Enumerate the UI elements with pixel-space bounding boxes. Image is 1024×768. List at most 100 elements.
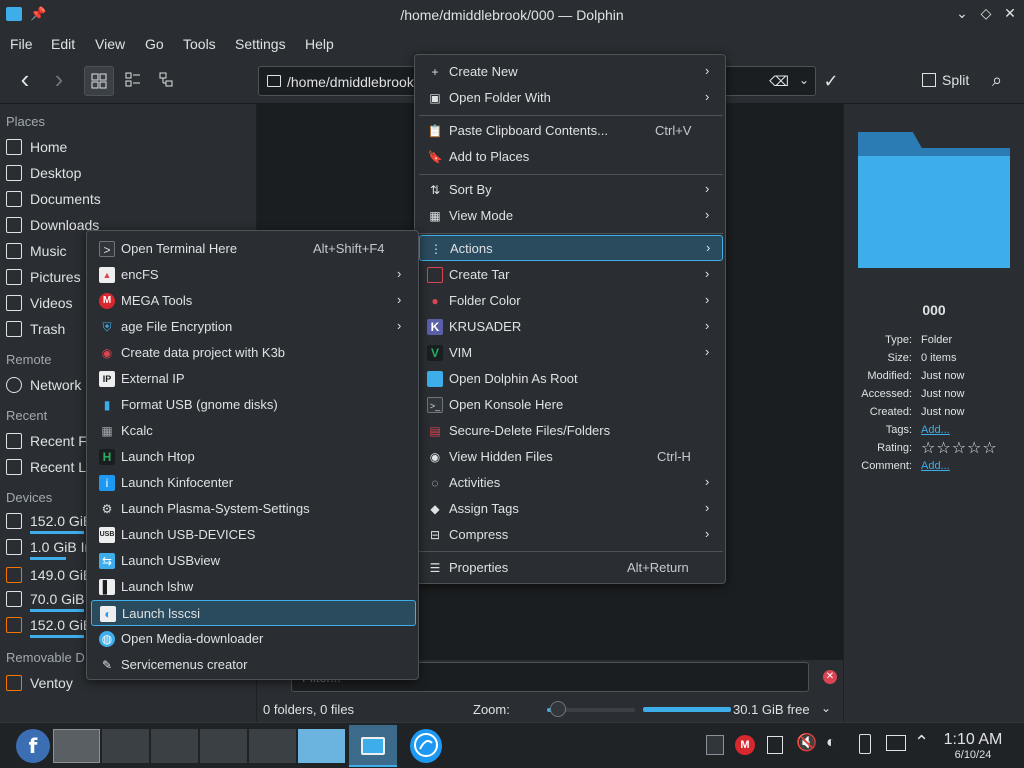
add-comment-link[interactable]: Add... xyxy=(921,460,950,472)
pager-desktop-3[interactable] xyxy=(151,729,198,763)
menu-item-launch-lshw[interactable]: ▌ Launch lshw xyxy=(91,574,416,600)
menu-item-actions[interactable]: ⋮ Actions › xyxy=(419,235,723,261)
location-text[interactable]: /home/dmiddlebrook xyxy=(287,74,414,90)
menu-item-open-konsole-here[interactable]: >_ Open Konsole Here xyxy=(419,392,723,418)
sidebar-item-device[interactable]: 1.0 GiB In xyxy=(6,535,92,559)
menu-settings[interactable]: Settings xyxy=(235,36,286,52)
removable-heading: Removable D xyxy=(6,650,85,665)
free-space-dropdown-icon[interactable]: ⌄ xyxy=(821,701,831,715)
menu-item-sort-by[interactable]: ⇅ Sort By › xyxy=(419,177,723,203)
menu-edit[interactable]: Edit xyxy=(51,36,75,52)
mega-tray-icon[interactable]: M xyxy=(735,735,755,755)
clipboard-tray-icon[interactable] xyxy=(767,736,783,754)
menu-item-assign-tags[interactable]: ◆ Assign Tags › xyxy=(419,496,723,522)
menu-item-launch-lsscsi[interactable]: ◐ Launch lsscsi xyxy=(91,600,416,626)
search-icon[interactable]: ⌕ xyxy=(992,70,1002,91)
menu-item-folder-color[interactable]: ● Folder Color › xyxy=(419,288,723,314)
sidebar-item-device[interactable]: 152.0 GiB xyxy=(6,509,92,533)
display-tray-icon[interactable] xyxy=(886,735,906,751)
usb-tray-icon[interactable] xyxy=(859,734,871,754)
menu-tools[interactable]: Tools xyxy=(183,36,216,52)
sidebar-item-trash[interactable]: Trash xyxy=(6,317,65,341)
menu-item-k3b-data-project[interactable]: ◉ Create data project with K3b xyxy=(91,340,416,366)
sidebar-item-recent-locations[interactable]: Recent Lo xyxy=(6,455,94,479)
split-button[interactable]: Split xyxy=(922,72,969,88)
zoom-slider-handle[interactable] xyxy=(550,701,566,717)
pager-desktop-2[interactable] xyxy=(102,729,149,763)
sidebar-item-videos[interactable]: Videos xyxy=(6,291,73,315)
menu-item-open-dolphin-as-root[interactable]: Open Dolphin As Root xyxy=(419,366,723,392)
network-tray-icon[interactable]: ◐ xyxy=(826,734,836,768)
menu-item-launch-plasma-system-settings[interactable]: ⚙ Launch Plasma-System-Settings xyxy=(91,496,416,522)
menu-view[interactable]: View xyxy=(95,36,125,52)
sidebar-item-ventoy[interactable]: Ventoy xyxy=(6,671,73,695)
clock-time[interactable]: 1:10 AM xyxy=(930,731,1016,749)
sidebar-item-device[interactable]: 152.0 GiB xyxy=(6,613,92,637)
minimize-button[interactable]: ⌄ xyxy=(952,5,972,25)
location-dropdown-icon[interactable]: ⌄ xyxy=(799,73,809,87)
confirm-location-button[interactable]: ✓ xyxy=(816,66,846,96)
menu-item-open-terminal-here[interactable]: > Open Terminal Here Alt+Shift+F4 xyxy=(91,236,416,262)
sidebar-item-recent-files[interactable]: Recent Fi xyxy=(6,429,90,453)
icons-view-button[interactable] xyxy=(84,66,114,96)
rating-stars[interactable]: ☆☆☆☆☆ xyxy=(921,438,998,458)
pager-desktop-4[interactable] xyxy=(200,729,247,763)
screenshot-tray-icon[interactable] xyxy=(706,735,724,755)
menu-item-launch-usbview[interactable]: ⇆ Launch USBview xyxy=(91,548,416,574)
forward-button[interactable]: › xyxy=(44,66,74,96)
menu-item-external-ip[interactable]: IP External IP xyxy=(91,366,416,392)
menu-item-krusader[interactable]: K KRUSADER › xyxy=(419,314,723,340)
expand-tray-icon[interactable]: ⌃ xyxy=(914,732,929,766)
pager-desktop-6[interactable] xyxy=(298,729,345,763)
menu-item-launch-usb-devices[interactable]: USB Launch USB-DEVICES xyxy=(91,522,416,548)
sidebar-item-pictures[interactable]: Pictures xyxy=(6,265,81,289)
maximize-button[interactable]: ◇ xyxy=(976,5,996,25)
clock-date[interactable]: 6/10/24 xyxy=(930,749,1016,761)
sidebar-item-music[interactable]: Music xyxy=(6,239,67,263)
pager-desktop-5[interactable] xyxy=(249,729,296,763)
menu-file[interactable]: File xyxy=(10,36,33,52)
fedora-launcher-icon[interactable]: f xyxy=(16,729,50,763)
details-view-button[interactable] xyxy=(152,66,182,96)
menu-item-mega-tools[interactable]: M MEGA Tools › xyxy=(91,288,416,314)
sidebar-item-documents[interactable]: Documents xyxy=(6,187,101,211)
menu-item-launch-htop[interactable]: H Launch Htop xyxy=(91,444,416,470)
sidebar-item-device[interactable]: 149.0 GiB xyxy=(6,563,92,587)
menu-help[interactable]: Help xyxy=(305,36,334,52)
volume-muted-icon[interactable]: 🔇 xyxy=(796,733,817,767)
pager-desktop-1[interactable] xyxy=(53,729,100,763)
close-filter-icon[interactable]: ✕ xyxy=(823,670,837,684)
menu-item-activities[interactable]: ◌ Activities › xyxy=(419,470,723,496)
back-button[interactable]: ‹ xyxy=(10,66,40,96)
menu-item-vim[interactable]: V VIM › xyxy=(419,340,723,366)
dolphin-launcher-icon[interactable] xyxy=(410,729,442,763)
sidebar-item-home[interactable]: Home xyxy=(6,135,67,159)
menu-item-compress[interactable]: ⊟ Compress › xyxy=(419,522,723,548)
menu-item-format-usb[interactable]: ▮ Format USB (gnome disks) xyxy=(91,392,416,418)
menu-item-view-mode[interactable]: ▦ View Mode › xyxy=(419,203,723,229)
menu-go[interactable]: Go xyxy=(145,36,164,52)
menu-item-kcalc[interactable]: ▦ Kcalc xyxy=(91,418,416,444)
menu-item-open-folder-with[interactable]: ▣ Open Folder With › xyxy=(419,85,723,111)
menu-item-create-new[interactable]: + Create New › xyxy=(419,59,723,85)
close-button[interactable]: ✕ xyxy=(1000,5,1020,25)
free-space-label[interactable]: 30.1 GiB free xyxy=(733,702,810,717)
menu-item-open-media-downloader[interactable]: ◍ Open Media-downloader xyxy=(91,626,416,652)
sidebar-item-desktop[interactable]: Desktop xyxy=(6,161,81,185)
menu-item-secure-delete[interactable]: ▤ Secure-Delete Files/Folders xyxy=(419,418,723,444)
clear-location-icon[interactable]: ⌫ xyxy=(769,73,789,90)
menu-item-properties[interactable]: ☰ Properties Alt+Return xyxy=(419,555,723,581)
menu-item-view-hidden-files[interactable]: ◉ View Hidden Files Ctrl-H xyxy=(419,444,723,470)
menu-item-create-tar[interactable]: Create Tar › xyxy=(419,262,723,288)
menu-item-encfs[interactable]: ▲ encFS › xyxy=(91,262,416,288)
add-tags-link[interactable]: Add... xyxy=(921,424,950,436)
menu-item-add-to-places[interactable]: 🔖 Add to Places xyxy=(419,144,723,170)
dolphin-task-button[interactable] xyxy=(349,725,397,767)
sidebar-item-device[interactable]: 70.0 GiB I xyxy=(6,587,92,611)
menu-item-servicemenus-creator[interactable]: ✎ Servicemenus creator xyxy=(91,652,416,678)
menu-item-paste[interactable]: 📋 Paste Clipboard Contents... Ctrl+V xyxy=(419,118,723,144)
menu-item-age-file-encryption[interactable]: ⛨ age File Encryption › xyxy=(91,314,416,340)
sidebar-item-network[interactable]: Network xyxy=(6,373,81,397)
menu-item-launch-kinfocenter[interactable]: i Launch Kinfocenter xyxy=(91,470,416,496)
compact-view-button[interactable] xyxy=(118,66,148,96)
